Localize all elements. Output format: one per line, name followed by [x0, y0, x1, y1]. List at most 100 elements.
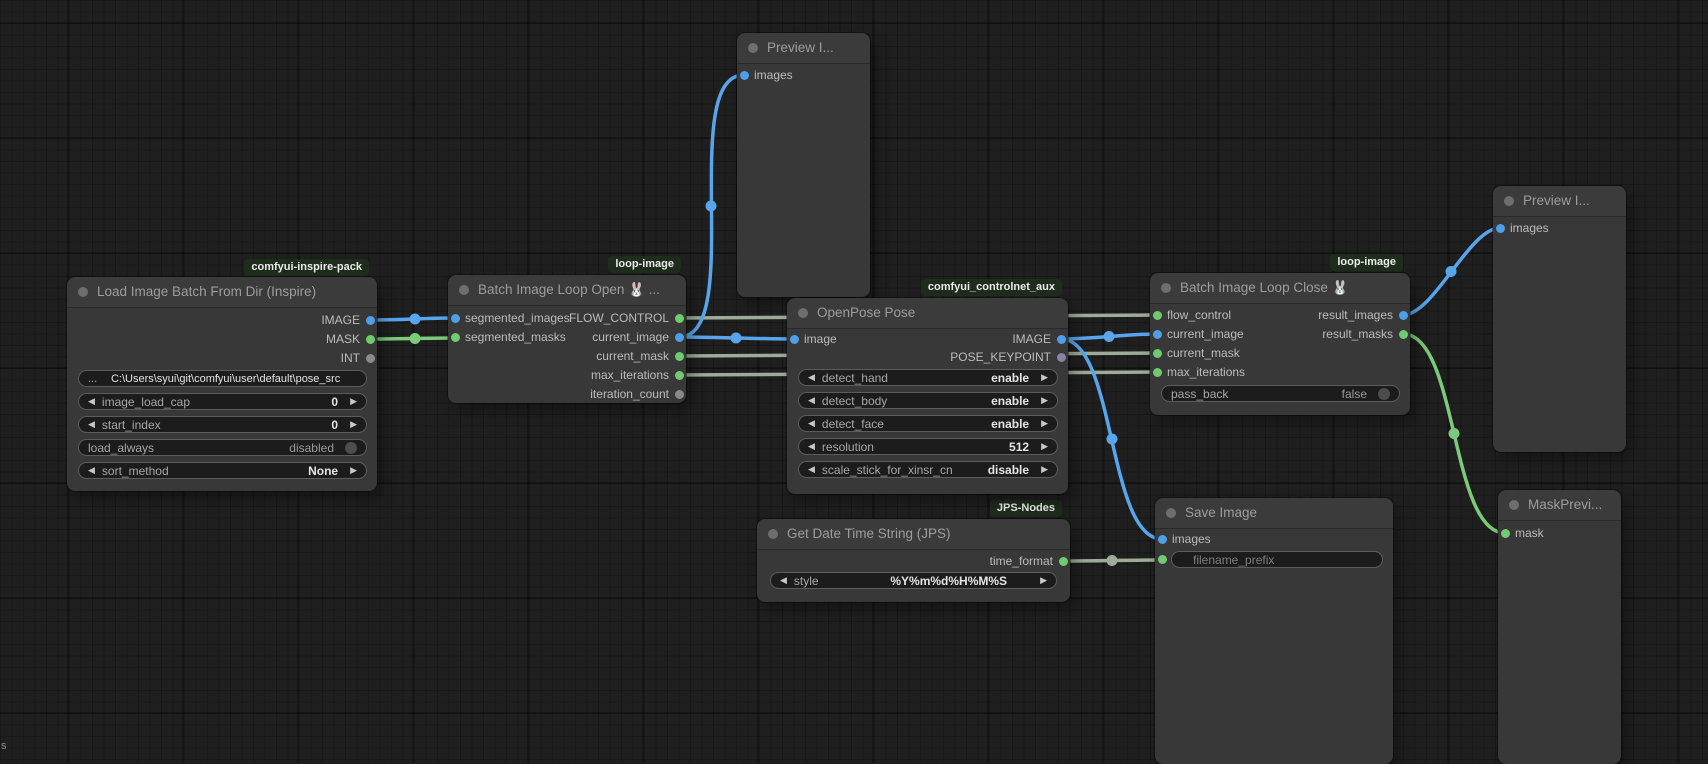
- image-output-port[interactable]: [1057, 335, 1066, 344]
- widget-label: detect_face: [822, 417, 991, 431]
- input-label: image: [804, 330, 837, 348]
- node-title-bar[interactable]: Preview I...: [1493, 186, 1626, 217]
- decrement-arrow[interactable]: ◀: [88, 393, 95, 410]
- node-get-date-time-string[interactable]: Get Date Time String (JPS) time_format ◀…: [757, 519, 1070, 602]
- widget-directory-path[interactable]: ... C:\Users\syui\git\comfyui\user\defau…: [78, 370, 367, 387]
- increment-arrow[interactable]: ▶: [1041, 438, 1048, 455]
- widget-start-index[interactable]: ◀ start_index 0 ▶: [78, 416, 367, 433]
- node-title-bar[interactable]: Get Date Time String (JPS): [757, 519, 1070, 550]
- iteration-count-output-port[interactable]: [675, 390, 684, 399]
- widget-load-always[interactable]: load_always disabled: [78, 439, 367, 456]
- widget-sort-method[interactable]: ◀ sort_method None ▶: [78, 462, 367, 479]
- result-masks-output-port[interactable]: [1399, 330, 1408, 339]
- max-iterations-output-port[interactable]: [675, 371, 684, 380]
- node-badge-controlnet-aux: comfyui_controlnet_aux: [921, 279, 1062, 296]
- next-arrow[interactable]: ▶: [1041, 369, 1048, 386]
- link-dot: [1446, 266, 1457, 277]
- next-arrow[interactable]: ▶: [1041, 461, 1048, 478]
- images-input-port[interactable]: [740, 71, 749, 80]
- current-image-input-port[interactable]: [1153, 330, 1162, 339]
- current-image-output-port[interactable]: [675, 333, 684, 342]
- current-mask-input-port[interactable]: [1153, 349, 1162, 358]
- image-input-port[interactable]: [790, 335, 799, 344]
- slot-row: current_mask: [448, 347, 686, 365]
- node-load-image-batch[interactable]: Load Image Batch From Dir (Inspire) IMAG…: [67, 277, 377, 491]
- flow-control-input-port[interactable]: [1153, 311, 1162, 320]
- node-title: Get Date Time String (JPS): [787, 526, 951, 541]
- toggle-knob[interactable]: [1378, 388, 1390, 400]
- decrement-arrow[interactable]: ◀: [808, 438, 815, 455]
- node-mask-preview[interactable]: MaskPrevi... mask: [1498, 490, 1621, 764]
- widget-label: filename_prefix: [1181, 553, 1373, 567]
- node-title-bar[interactable]: Save Image: [1155, 498, 1393, 529]
- max-iterations-input-port[interactable]: [1153, 368, 1162, 377]
- collapse-dot[interactable]: [1161, 283, 1171, 293]
- node-title-bar[interactable]: OpenPose Pose: [787, 298, 1068, 329]
- result-images-output-port[interactable]: [1399, 311, 1408, 320]
- slot-row: POSE_KEYPOINT: [787, 348, 1068, 366]
- increment-arrow[interactable]: ▶: [350, 462, 357, 479]
- slot-row: images: [1155, 530, 1393, 548]
- segmented-images-input-port[interactable]: [451, 314, 460, 323]
- prev-arrow[interactable]: ◀: [808, 369, 815, 386]
- node-title-bar[interactable]: MaskPrevi...: [1498, 490, 1621, 521]
- node-batch-image-loop-close[interactable]: Batch Image Loop Close 🐰 flow_control re…: [1150, 273, 1410, 415]
- segmented-masks-input-port[interactable]: [451, 333, 460, 342]
- output-label: current_image: [592, 328, 669, 346]
- next-arrow[interactable]: ▶: [1041, 392, 1048, 409]
- node-title-bar[interactable]: Load Image Batch From Dir (Inspire): [67, 277, 377, 308]
- images-input-port[interactable]: [1158, 535, 1167, 544]
- widget-filename-prefix[interactable]: filename_prefix: [1171, 551, 1383, 568]
- prev-arrow[interactable]: ◀: [808, 392, 815, 409]
- increment-arrow[interactable]: ▶: [350, 416, 357, 433]
- images-input-port[interactable]: [1496, 224, 1505, 233]
- widget-detect-body[interactable]: ◀ detect_body enable ▶: [798, 392, 1058, 409]
- node-save-image[interactable]: Save Image images filename_prefix: [1155, 498, 1393, 764]
- time-format-output-port[interactable]: [1059, 557, 1068, 566]
- widget-scale-stick-for-xinsr-cn[interactable]: ◀ scale_stick_for_xinsr_cn disable ▶: [798, 461, 1058, 478]
- collapse-dot[interactable]: [748, 43, 758, 53]
- widget-style[interactable]: ◀ style %Y%m%d%H%M%S ▶: [770, 572, 1057, 589]
- node-title-bar[interactable]: Preview I...: [737, 33, 870, 64]
- node-title-bar[interactable]: Batch Image Loop Open 🐰 ...: [448, 275, 686, 306]
- widget-value: 0: [331, 395, 338, 409]
- flow-control-output-port[interactable]: [675, 314, 684, 323]
- node-openpose-pose[interactable]: OpenPose Pose image IMAGE POSE_KEYPOINT …: [787, 298, 1068, 494]
- mask-input-port[interactable]: [1501, 529, 1510, 538]
- widget-detect-face[interactable]: ◀ detect_face enable ▶: [798, 415, 1058, 432]
- collapse-dot[interactable]: [459, 285, 469, 295]
- node-title-bar[interactable]: Batch Image Loop Close 🐰: [1150, 273, 1410, 304]
- decrement-arrow[interactable]: ◀: [88, 462, 95, 479]
- pose-keypoint-output-port[interactable]: [1057, 353, 1066, 362]
- node-preview-image-top[interactable]: Preview I... images: [737, 33, 870, 297]
- filename-prefix-input-port[interactable]: [1158, 555, 1167, 564]
- collapse-dot[interactable]: [1509, 500, 1519, 510]
- widget-image-load-cap[interactable]: ◀ image_load_cap 0 ▶: [78, 393, 367, 410]
- widget-resolution[interactable]: ◀ resolution 512 ▶: [798, 438, 1058, 455]
- mask-output-port[interactable]: [366, 335, 375, 344]
- collapse-dot[interactable]: [768, 529, 778, 539]
- node-preview-image-right[interactable]: Preview I... images: [1493, 186, 1626, 452]
- image-output-port[interactable]: [366, 316, 375, 325]
- input-label: current_image: [1167, 325, 1244, 343]
- graph-canvas[interactable]: comfyui-inspire-pack loop-image comfyui_…: [0, 0, 1708, 763]
- prev-arrow[interactable]: ◀: [808, 415, 815, 432]
- current-mask-output-port[interactable]: [675, 352, 684, 361]
- prev-arrow[interactable]: ◀: [780, 572, 787, 589]
- collapse-dot[interactable]: [1166, 508, 1176, 518]
- toggle-knob[interactable]: [345, 442, 357, 454]
- prev-arrow[interactable]: ◀: [808, 461, 815, 478]
- next-arrow[interactable]: ▶: [1041, 415, 1048, 432]
- widget-detect-hand[interactable]: ◀ detect_hand enable ▶: [798, 369, 1058, 386]
- collapse-dot[interactable]: [1504, 196, 1514, 206]
- increment-arrow[interactable]: ▶: [350, 393, 357, 410]
- decrement-arrow[interactable]: ◀: [88, 416, 95, 433]
- collapse-dot[interactable]: [78, 287, 88, 297]
- link-dot: [706, 201, 717, 212]
- node-batch-image-loop-open[interactable]: Batch Image Loop Open 🐰 ... segmented_im…: [448, 275, 686, 403]
- collapse-dot[interactable]: [798, 308, 808, 318]
- int-output-port[interactable]: [366, 354, 375, 363]
- next-arrow[interactable]: ▶: [1040, 572, 1047, 589]
- node-title: Batch Image Loop Close 🐰: [1180, 280, 1348, 295]
- widget-pass-back[interactable]: pass_back false: [1161, 385, 1400, 402]
